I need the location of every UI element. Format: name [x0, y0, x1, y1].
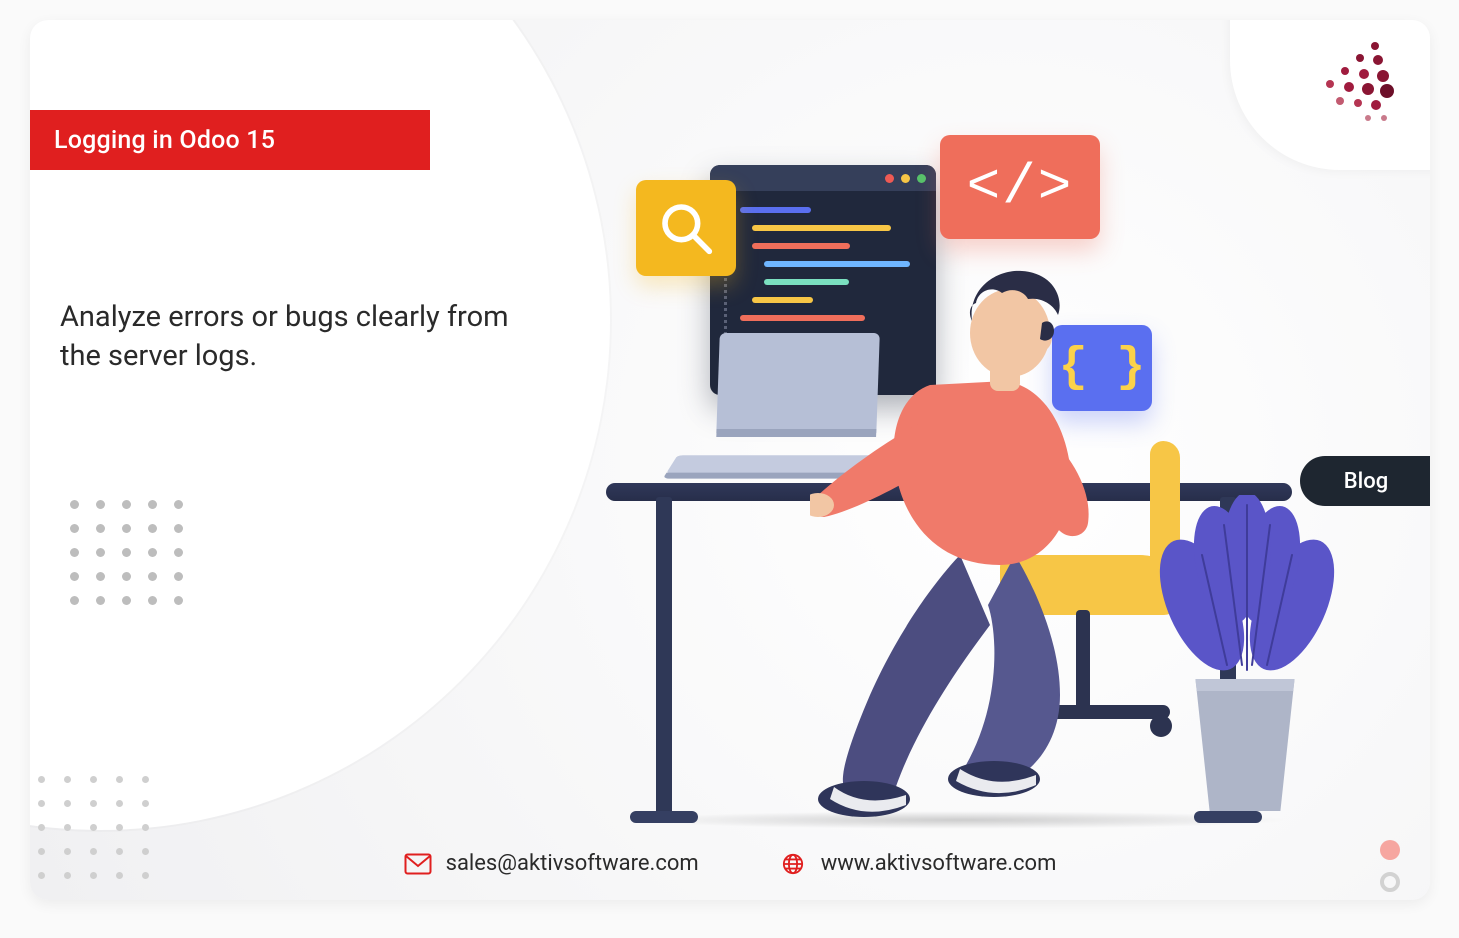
contact-email[interactable]: sales@aktivsoftware.com: [404, 851, 699, 876]
dot-grid-decor: [70, 500, 184, 606]
code-symbol: </>: [967, 155, 1074, 219]
brand-logo-icon: [1290, 38, 1400, 128]
window-titlebar: [710, 165, 936, 191]
contact-footer: sales@aktivsoftware.com www.aktivsoftwar…: [30, 851, 1430, 876]
plant-graphic: [1142, 495, 1352, 705]
title-banner: Logging in Odoo 15: [30, 110, 430, 170]
developer-person-graphic: [810, 265, 1150, 825]
hero-illustration: </> { }: [590, 135, 1300, 795]
globe-icon: [779, 853, 807, 875]
code-badge: </>: [940, 135, 1100, 239]
desk-leg: [656, 497, 672, 817]
banner-card: Logging in Odoo 15 Analyze errors or bug…: [30, 20, 1430, 900]
contact-website[interactable]: www.aktivsoftware.com: [779, 851, 1057, 876]
contact-website-text: www.aktivsoftware.com: [821, 851, 1057, 876]
hero-subtitle: Analyze errors or bugs clearly from the …: [60, 298, 540, 376]
contact-email-text: sales@aktivsoftware.com: [446, 851, 699, 876]
mail-icon: [404, 853, 432, 875]
search-badge: [636, 180, 736, 276]
blog-tab-label: Blog: [1344, 469, 1388, 494]
search-icon: [658, 200, 714, 256]
chair-graphic: [1150, 715, 1172, 737]
banner-title: Logging in Odoo 15: [54, 126, 275, 155]
